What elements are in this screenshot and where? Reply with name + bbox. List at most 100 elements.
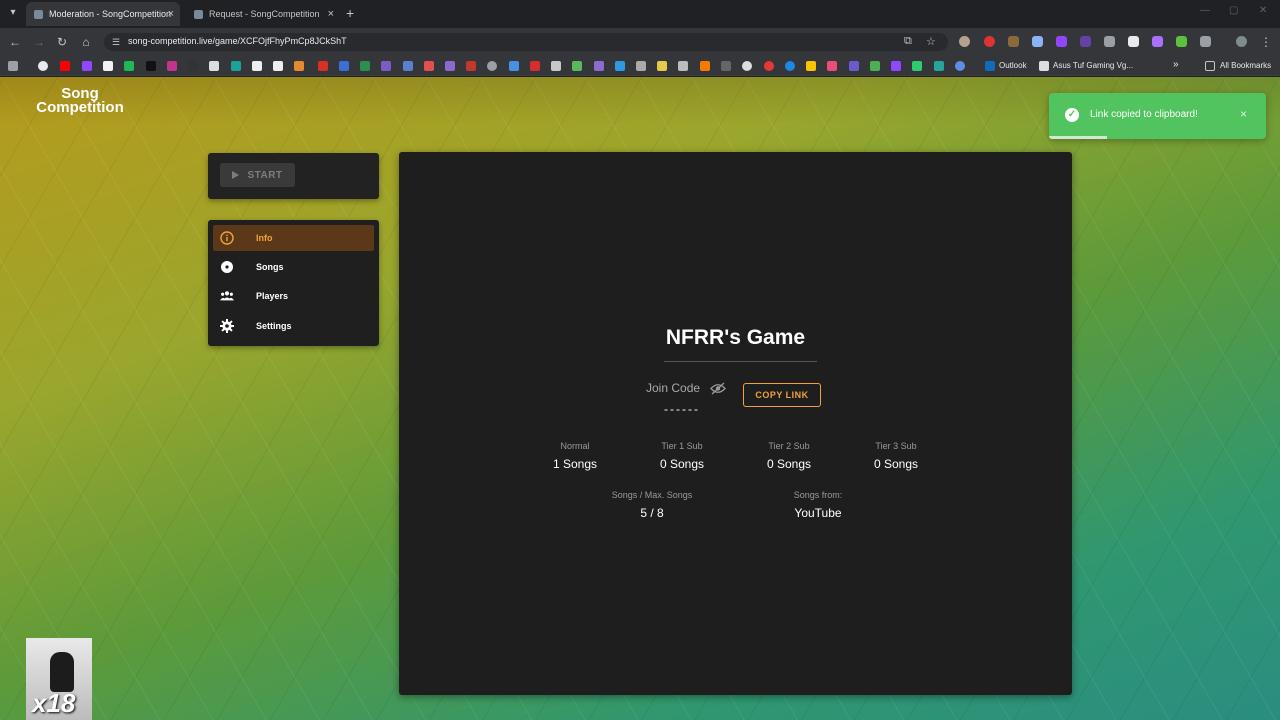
extension-icon[interactable] (1176, 36, 1187, 47)
menu-item-label: Songs (256, 262, 284, 272)
close-window-icon[interactable]: ✕ (1259, 5, 1267, 16)
apps-grid-icon[interactable] (8, 61, 18, 71)
menu-item-players[interactable]: Players (213, 283, 374, 309)
bookmark-icon[interactable] (209, 61, 219, 71)
site-info-icon[interactable]: ☰ (112, 37, 120, 48)
bookmark-icon[interactable] (551, 61, 561, 71)
eye-off-icon[interactable] (710, 382, 726, 395)
extension-icon[interactable] (1008, 36, 1019, 47)
extension-icon[interactable] (984, 36, 995, 47)
bookmark-icon[interactable] (360, 61, 370, 71)
bookmark-asus[interactable]: Asus Tuf Gaming Vg... (1053, 61, 1133, 70)
back-icon[interactable]: ← (7, 34, 23, 50)
bookmark-icon[interactable] (318, 61, 328, 71)
home-icon[interactable]: ⌂ (78, 34, 94, 50)
start-button[interactable]: START (220, 163, 295, 187)
bookmark-icon[interactable] (146, 61, 156, 71)
all-bookmarks[interactable]: All Bookmarks (1220, 61, 1271, 70)
toast-message: Link copied to clipboard! (1090, 109, 1198, 120)
tab-search-icon[interactable]: ▾ (6, 6, 20, 20)
bookmark-icon[interactable] (700, 61, 710, 71)
bookmark-icon[interactable] (38, 61, 48, 71)
extension-icon[interactable] (1152, 36, 1163, 47)
bookmark-icon[interactable] (742, 61, 752, 71)
bookmark-icon[interactable] (934, 61, 944, 71)
menu-item-songs[interactable]: Songs (213, 254, 374, 280)
bookmark-icon[interactable] (530, 61, 540, 71)
disc-icon (220, 260, 234, 274)
bookmark-icon[interactable] (657, 61, 667, 71)
bookmark-icon[interactable] (509, 61, 519, 71)
bookmark-star-icon[interactable]: ☆ (926, 35, 936, 48)
new-tab-button[interactable]: + (346, 5, 354, 21)
extension-icon[interactable] (1128, 36, 1139, 47)
bookmark-icon[interactable] (891, 61, 901, 71)
bookmark-icon[interactable] (231, 61, 241, 71)
bookmark-icon[interactable] (103, 61, 113, 71)
extensions-puzzle-icon[interactable] (1200, 36, 1211, 47)
reload-icon[interactable]: ↻ (54, 34, 70, 50)
bookmark-icon[interactable] (424, 61, 434, 71)
asus-icon[interactable] (1039, 61, 1049, 71)
more-bookmarks-icon[interactable]: » (1173, 59, 1179, 70)
bookmark-icon[interactable] (721, 61, 731, 71)
bookmark-icon[interactable] (252, 61, 262, 71)
bookmark-icon[interactable] (82, 61, 92, 71)
forward-icon[interactable]: → (31, 34, 47, 50)
maximize-icon[interactable]: ▢ (1229, 5, 1238, 16)
bookmark-icon[interactable] (487, 61, 497, 71)
site-logo[interactable]: Song Competition (30, 86, 130, 115)
bookmark-icon[interactable] (594, 61, 604, 71)
minimize-icon[interactable]: — (1200, 5, 1210, 16)
bookmark-icon[interactable] (827, 61, 837, 71)
outlook-icon[interactable] (985, 61, 995, 71)
bookmark-icon[interactable] (124, 61, 134, 71)
bookmark-icon[interactable] (294, 61, 304, 71)
close-tab-icon[interactable]: × (168, 7, 174, 21)
tab-title: Moderation - SongCompetition (49, 9, 172, 19)
webcam-overlay: x18 (26, 638, 92, 720)
extension-icon[interactable] (1080, 36, 1091, 47)
bookmark-icon[interactable] (339, 61, 349, 71)
extension-icon[interactable] (1104, 36, 1115, 47)
bookmark-icon[interactable] (273, 61, 283, 71)
bookmark-icon[interactable] (636, 61, 646, 71)
stat-label: Normal (560, 441, 590, 451)
bookmark-icon[interactable] (785, 61, 795, 71)
bookmark-icon[interactable] (381, 61, 391, 71)
bookmark-icon[interactable] (445, 61, 455, 71)
menu-item-info[interactable]: Info (213, 225, 374, 251)
tab-request[interactable]: Request - SongCompetition × (186, 2, 340, 26)
bookmark-icon[interactable] (466, 61, 476, 71)
copy-link-button[interactable]: COPY LINK (743, 383, 821, 407)
folder-icon[interactable] (1205, 61, 1215, 71)
tab-moderation[interactable]: Moderation - SongCompetition × (26, 2, 180, 26)
menu-item-settings[interactable]: Settings (213, 313, 374, 339)
profile-avatar-icon[interactable] (1236, 36, 1247, 47)
bookmark-icon[interactable] (60, 61, 70, 71)
bookmark-outlook[interactable]: Outlook (999, 61, 1027, 70)
bookmark-icon[interactable] (572, 61, 582, 71)
bookmark-icon[interactable] (167, 61, 177, 71)
streamer-image (50, 652, 74, 692)
extension-icon[interactable] (1032, 36, 1043, 47)
close-tab-icon[interactable]: × (328, 7, 334, 21)
extension-icon[interactable] (1056, 36, 1067, 47)
close-icon[interactable]: × (1240, 107, 1247, 121)
globe-icon[interactable] (955, 61, 965, 71)
bookmark-icon[interactable] (764, 61, 774, 71)
bookmark-icon[interactable] (403, 61, 413, 71)
browser-menu-icon[interactable]: ⋮ (1258, 34, 1274, 50)
people-icon (220, 289, 234, 303)
bookmark-icon[interactable] (849, 61, 859, 71)
address-bar[interactable]: ☰ song-competition.live/game/XCFOjfFhyPm… (104, 33, 948, 51)
stat-label: Songs from: (793, 490, 843, 500)
bookmark-icon[interactable] (912, 61, 922, 71)
install-icon[interactable]: ⧉ (904, 35, 912, 48)
bookmark-icon[interactable] (870, 61, 880, 71)
bookmark-icon[interactable] (806, 61, 816, 71)
bookmark-icon[interactable] (615, 61, 625, 71)
bookmark-icon[interactable] (678, 61, 688, 71)
bookmark-icon[interactable] (188, 61, 198, 71)
extension-icon[interactable] (959, 36, 970, 47)
